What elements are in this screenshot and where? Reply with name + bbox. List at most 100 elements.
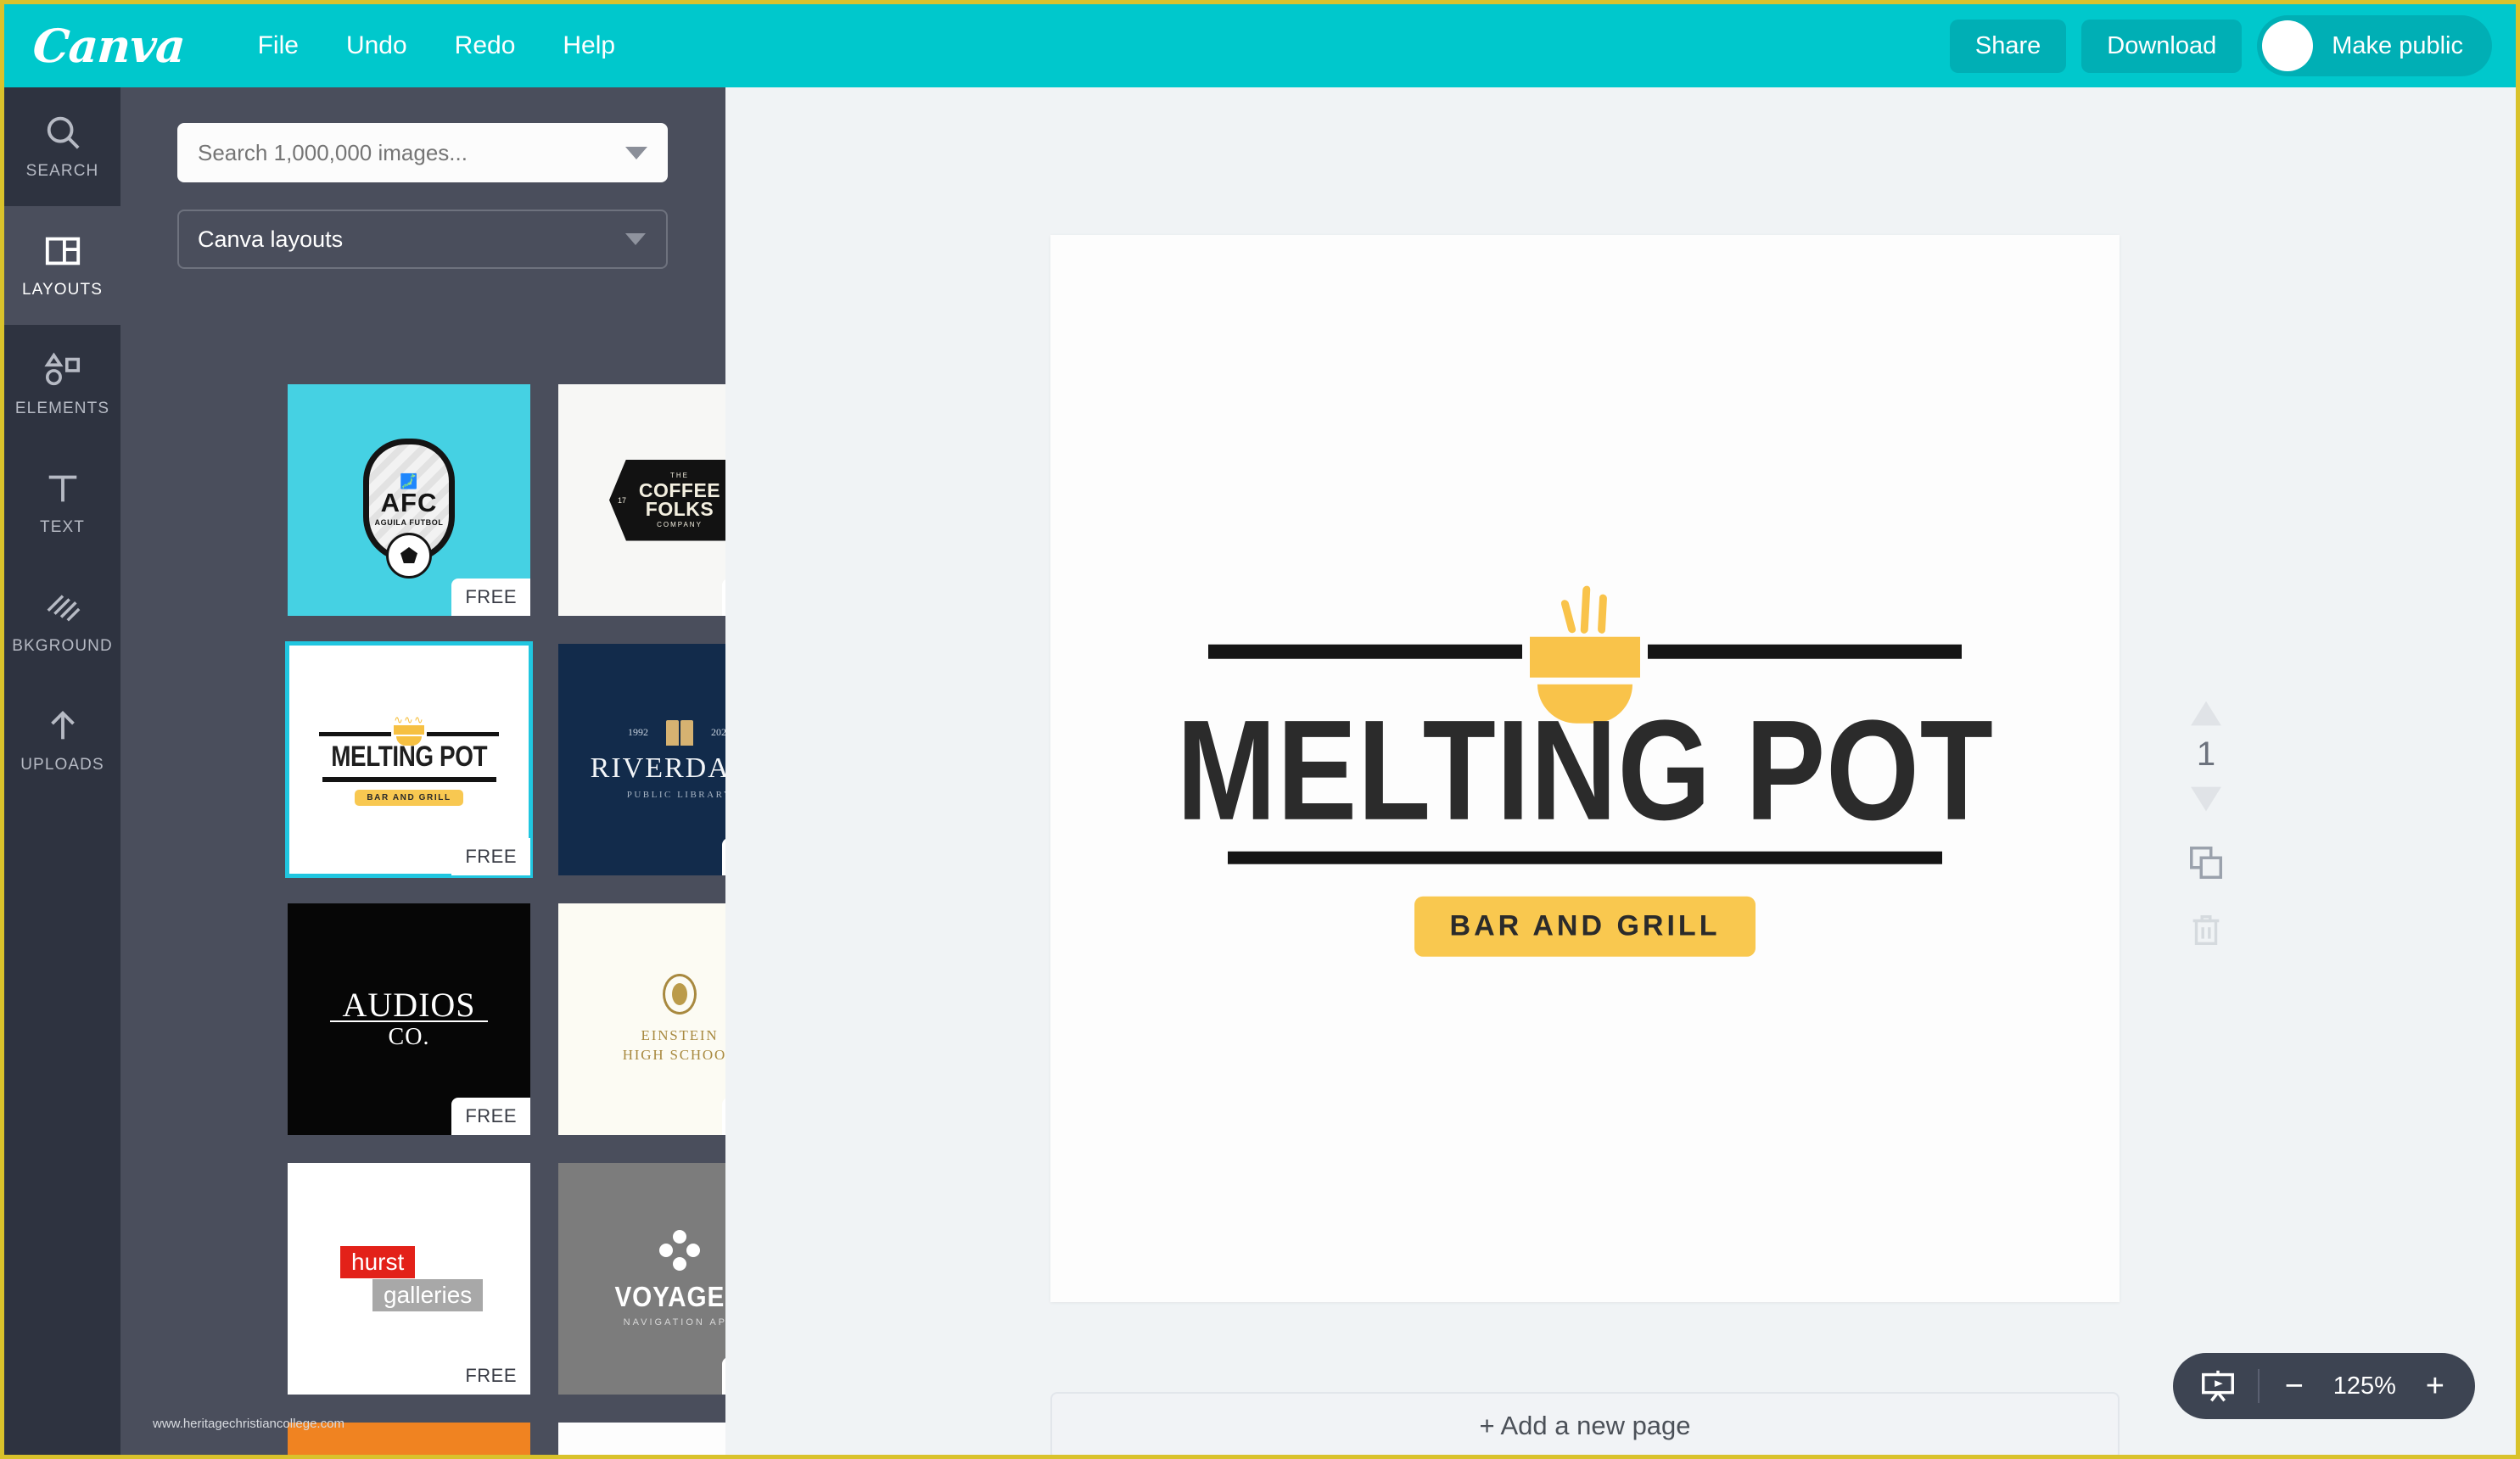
- zoom-out-button[interactable]: −: [2280, 1370, 2309, 1402]
- chevron-down-icon[interactable]: [2187, 784, 2225, 814]
- chevron-down-icon[interactable]: [625, 233, 646, 245]
- top-header-bar: Canva File Undo Redo Help Share Download…: [4, 4, 2516, 87]
- layout-thumbnail-grid: 🗾 AFC AGUILA FUTBOL FREE THE COFFEE FOLK…: [285, 384, 725, 1455]
- riverdale-subtitle: PUBLIC LIBRARY: [626, 789, 725, 800]
- sidebar-item-elements[interactable]: ELEMENTS: [4, 325, 120, 444]
- layout-thumb-audios-co[interactable]: AUDIOS CO. FREE: [288, 903, 530, 1135]
- layout-thumb-voyager[interactable]: VOYAGER NAVIGATION APP FREE: [558, 1163, 725, 1395]
- design-tagline[interactable]: BAR AND GRILL: [1414, 896, 1756, 957]
- sidebar-item-search[interactable]: SEARCH: [4, 87, 120, 206]
- canvas-area[interactable]: MELTING POT BAR AND GRILL 1 + Add a new …: [725, 87, 2516, 1455]
- layouts-icon: [45, 237, 80, 266]
- chevron-up-icon[interactable]: [2187, 698, 2225, 729]
- sidebar-label-bkground: BKGROUND: [12, 637, 113, 655]
- sidebar-item-bkground[interactable]: BKGROUND: [4, 562, 120, 681]
- text-icon: [48, 475, 76, 502]
- coffee-line2: FOLKS: [645, 498, 714, 520]
- layout-thumb-partial-blank[interactable]: [558, 1423, 725, 1455]
- layouts-panel: Canva layouts 🗾 AFC AGUILA FUTBOL FREE: [120, 87, 725, 1455]
- layout-thumb-afc[interactable]: 🗾 AFC AGUILA FUTBOL FREE: [288, 384, 530, 616]
- hurst-word2: galleries: [372, 1279, 484, 1311]
- riverdale-title: RIVERDALE: [590, 752, 725, 784]
- layout-source-value: Canva layouts: [198, 226, 344, 252]
- eagle-icon: 🗾: [400, 472, 418, 489]
- layout-source-dropdown[interactable]: Canva layouts: [177, 210, 668, 269]
- canva-logo[interactable]: Canva: [31, 19, 187, 73]
- share-button[interactable]: Share: [1949, 19, 2067, 73]
- zoom-level: 125%: [2332, 1372, 2396, 1400]
- uploads-icon: [50, 710, 75, 740]
- thumbnail-row: AUDIOS CO. FREE EINSTEIN HIGH SCHOOL FRE…: [288, 903, 725, 1135]
- search-box[interactable]: [177, 123, 668, 182]
- soccer-ball-icon: [386, 532, 432, 579]
- strikethrough-rule: [330, 1020, 488, 1022]
- design-page[interactable]: MELTING POT BAR AND GRILL: [1050, 235, 2120, 1302]
- page-number: 1: [2196, 735, 2216, 773]
- layout-thumb-melting-pot[interactable]: ∿∿∿ MELTING POT BAR AND GRILL FREE: [285, 641, 533, 878]
- coffee-post: COMPANY: [657, 521, 703, 529]
- menu-item-undo[interactable]: Undo: [322, 23, 431, 69]
- free-badge: FREE: [451, 838, 530, 875]
- menu-item-file[interactable]: File: [234, 23, 322, 69]
- sidebar-label-background: TEXT: [40, 518, 85, 536]
- coffee-year-left: 17: [618, 495, 627, 505]
- search-input[interactable]: [177, 125, 593, 181]
- riverdale-year-right: 2020: [711, 726, 725, 738]
- elements-icon: [43, 352, 80, 386]
- compass-dots-icon: [659, 1230, 700, 1271]
- design-title[interactable]: MELTING POT: [1176, 699, 1993, 841]
- coffee-line1: COFFEE: [638, 478, 721, 501]
- layout-thumb-einstein[interactable]: EINSTEIN HIGH SCHOOL FREE: [558, 903, 725, 1135]
- hurst-word1: hurst: [340, 1246, 416, 1278]
- sidebar-item-layouts[interactable]: LAYOUTS: [4, 206, 120, 325]
- zoom-in-button[interactable]: +: [2421, 1370, 2450, 1402]
- sidebar-label-uploads: UPLOADS: [20, 756, 104, 774]
- layout-thumb-hurst-galleries[interactable]: hurst galleries FREE: [288, 1163, 530, 1395]
- free-badge: FREE: [722, 1098, 725, 1135]
- seal-icon: [663, 973, 697, 1015]
- book-icon: [665, 719, 694, 746]
- sidebar-label-elements: ELEMENTS: [14, 400, 110, 417]
- make-public-label: Make public: [2332, 31, 2463, 59]
- sidebar-item-text[interactable]: TEXT: [4, 444, 120, 562]
- einstein-line2: HIGH SCHOOL: [622, 1046, 725, 1063]
- bottom-divider-rule: [1228, 851, 1942, 864]
- background-icon: [47, 595, 80, 622]
- riverdale-header: 1992 2020: [628, 719, 725, 746]
- menu-item-redo[interactable]: Redo: [431, 23, 540, 69]
- free-badge: FREE: [722, 579, 725, 616]
- thumbnail-row: ∿∿∿ MELTING POT BAR AND GRILL FREE 1992 …: [285, 641, 725, 878]
- download-button[interactable]: Download: [2081, 19, 2243, 73]
- presentation-icon[interactable]: [2198, 1367, 2237, 1406]
- thumbnail-row: 🗾 AFC AGUILA FUTBOL FREE THE COFFEE FOLK…: [288, 384, 725, 616]
- layout-thumb-riverdale[interactable]: 1992 2020 RIVERDALE PUBLIC LIBRARY FREE: [558, 644, 725, 875]
- menu-item-help[interactable]: Help: [539, 23, 639, 69]
- riverdale-year-left: 1992: [628, 726, 648, 738]
- melting-pot-logo-design[interactable]: MELTING POT BAR AND GRILL: [1176, 581, 1993, 957]
- layout-thumb-coffee-folks[interactable]: THE COFFEE FOLKS COMPANY 17 38 FREE: [558, 384, 725, 616]
- chevron-down-icon[interactable]: [625, 146, 647, 159]
- free-badge: FREE: [451, 1098, 530, 1135]
- coffee-pre: THE: [670, 471, 689, 479]
- afc-badge: 🗾 AFC AGUILA FUTBOL: [363, 438, 455, 579]
- canva-editor-window: Canva File Undo Redo Help Share Download…: [0, 0, 2520, 1459]
- thumbnail-row-partial: [288, 1423, 725, 1455]
- delete-page-icon[interactable]: [2187, 911, 2226, 950]
- site-watermark: www.heritagechristiancollege.com: [153, 1417, 344, 1431]
- sidebar-item-uploads[interactable]: UPLOADS: [4, 681, 120, 800]
- free-badge: FREE: [451, 1357, 530, 1395]
- left-rail: SEARCH LAYOUTS ELEMENTS TEXT BKGROUND UP…: [4, 87, 120, 1455]
- make-public-toggle[interactable]: Make public: [2257, 15, 2492, 76]
- steam-icon: ∿∿∿: [394, 713, 424, 726]
- add-new-page-button[interactable]: + Add a new page: [1050, 1392, 2120, 1455]
- underline-rule: [322, 776, 496, 782]
- voyager-subtitle: NAVIGATION APP: [623, 1317, 725, 1328]
- zoom-controls: − 125% +: [2172, 1353, 2475, 1419]
- audios-title: AUDIOS: [342, 985, 476, 1024]
- header-menu: File Undo Redo Help: [234, 23, 639, 69]
- afc-subtitle: AGUILA FUTBOL: [374, 517, 444, 527]
- bowl-top: [1530, 636, 1640, 678]
- divider: [2257, 1369, 2260, 1403]
- duplicate-page-icon[interactable]: [2187, 843, 2226, 882]
- einstein-line1: EINSTEIN: [641, 1026, 719, 1043]
